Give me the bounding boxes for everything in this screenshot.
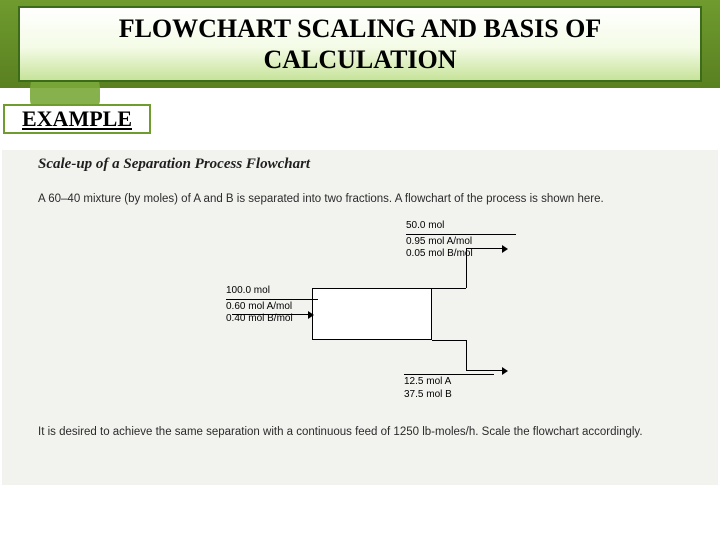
bottom-comp-a: 12.5 mol A [404, 376, 494, 389]
example-tag-box: EXAMPLE [3, 104, 151, 134]
top-stream-label: 50.0 mol 0.95 mol A/mol 0.05 mol B/mol [406, 220, 516, 261]
feed-stream-label: 100.0 mol 0.60 mol A/mol 0.40 mol B/mol [226, 285, 318, 326]
bottom-stream-arrow-icon [502, 367, 508, 375]
feed-comp-b: 0.40 mol B/mol [226, 313, 318, 326]
scan-subtitle: Scale-up of a Separation Process Flowcha… [38, 156, 310, 173]
bottom-stream-line-h2 [466, 370, 506, 371]
separation-unit-box [312, 288, 432, 340]
scan-paragraph-1: A 60–40 mixture (by moles) of A and B is… [38, 192, 706, 208]
bottom-comp-b: 37.5 mol B [404, 389, 494, 402]
top-comp-b: 0.05 mol B/mol [406, 248, 516, 261]
feed-total: 100.0 mol [226, 285, 318, 300]
scan-paragraph-2: It is desired to achieve the same separa… [38, 425, 706, 441]
top-stream-line-h1 [432, 288, 466, 289]
bottom-stream-line-v [466, 340, 467, 370]
bottom-stream-line-h1 [432, 340, 466, 341]
top-total: 50.0 mol [406, 220, 516, 235]
top-comp-a: 0.95 mol A/mol [406, 236, 516, 249]
slide-title-box: FLOWCHART SCALING AND BASIS OF CALCULATI… [18, 6, 702, 82]
example-label: EXAMPLE [22, 106, 132, 132]
slide-title: FLOWCHART SCALING AND BASIS OF CALCULATI… [20, 13, 700, 75]
feed-comp-a: 0.60 mol A/mol [226, 301, 318, 314]
process-flowchart-diagram: 100.0 mol 0.60 mol A/mol 0.40 mol B/mol … [172, 240, 532, 410]
bottom-stream-label: 12.5 mol A 37.5 mol B [404, 374, 494, 401]
textbook-scan-region: Scale-up of a Separation Process Flowcha… [2, 150, 718, 485]
